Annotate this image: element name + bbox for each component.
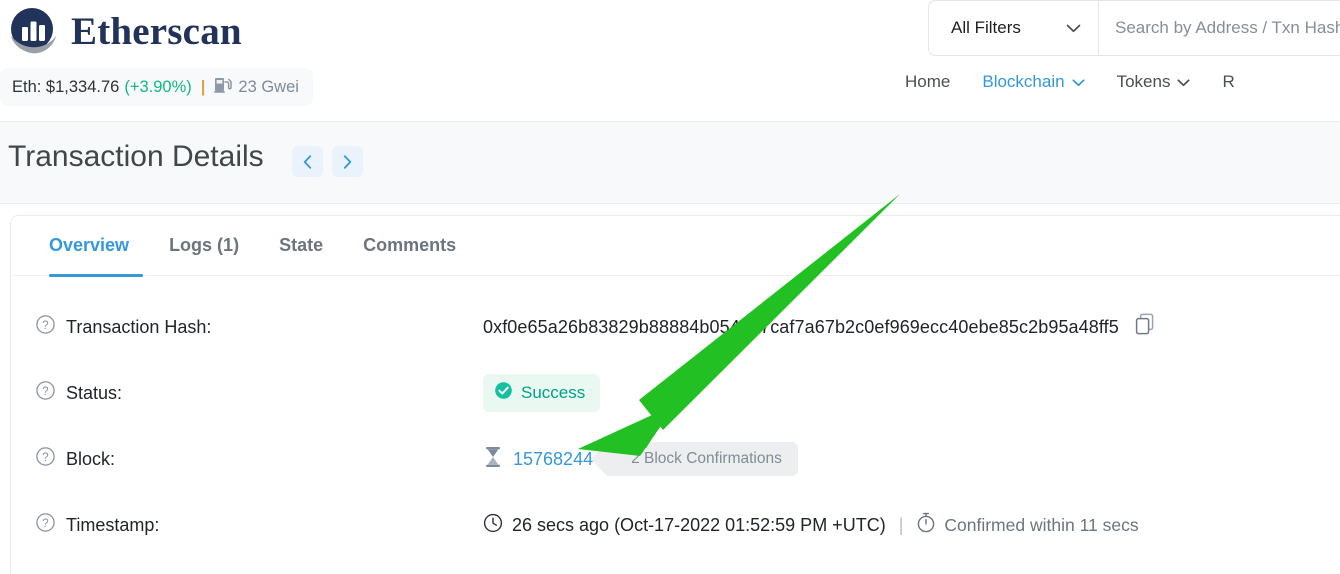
- gas-price-value: 23 Gwei: [238, 77, 299, 96]
- tab-label-comments: Comments: [363, 235, 457, 255]
- svg-text:?: ?: [42, 518, 48, 530]
- check-circle-icon: [494, 381, 513, 405]
- brand-logo[interactable]: Etherscan: [6, 3, 242, 59]
- chevron-down-icon: [1072, 72, 1085, 92]
- all-filters-label: All Filters: [951, 18, 1021, 37]
- tab-logs[interactable]: Logs (1): [149, 216, 259, 276]
- transaction-hash-value[interactable]: 0xf0e65a26b83829b88884b0546a7caf7a67b2c0…: [483, 317, 1119, 338]
- label-status: ? Status:: [35, 380, 483, 406]
- tab-overview[interactable]: Overview: [35, 216, 149, 277]
- label-text-timestamp: Timestamp:: [66, 514, 160, 535]
- transaction-detail-rows: ? Transaction Hash: 0xf0e65a26b83829b888…: [11, 276, 1340, 568]
- gas-pump-icon: [214, 75, 233, 99]
- hourglass-icon: [483, 446, 503, 473]
- status-badge-label: Success: [521, 383, 586, 402]
- all-filters-dropdown[interactable]: All Filters: [928, 0, 1098, 56]
- tab-label-state: State: [279, 235, 324, 255]
- svg-text:?: ?: [42, 452, 48, 464]
- svg-text:?: ?: [42, 320, 48, 332]
- chevron-down-icon: [1066, 18, 1081, 38]
- nav-item-tokens[interactable]: Tokens: [1117, 72, 1191, 92]
- tab-state[interactable]: State: [259, 216, 343, 276]
- tab-label-overview: Overview: [49, 235, 130, 255]
- block-confirmations-badge: 2 Block Confirmations: [591, 442, 798, 476]
- label-block: ? Block:: [35, 446, 483, 472]
- status-badge: Success: [483, 374, 601, 412]
- tab-label-logs: Logs (1): [169, 235, 240, 255]
- row-transaction-hash: ? Transaction Hash: 0xf0e65a26b83829b888…: [11, 294, 1340, 360]
- brand-name: Etherscan: [71, 9, 242, 53]
- question-circle-icon[interactable]: ?: [35, 512, 56, 538]
- nav-item-resources[interactable]: R: [1222, 72, 1234, 92]
- svg-text:?: ?: [42, 386, 48, 398]
- confirmed-within-label: Confirmed within 11 secs: [944, 514, 1139, 535]
- question-circle-icon[interactable]: ?: [35, 380, 56, 406]
- main-navigation: Home Blockchain Tokens R: [905, 72, 1235, 92]
- nav-label-home: Home: [905, 72, 951, 91]
- tab-comments[interactable]: Comments: [343, 216, 476, 276]
- row-timestamp: ? Timestamp: 26 secs ago (Oct-17-2022 01…: [11, 492, 1340, 558]
- label-text-status: Status:: [66, 382, 123, 403]
- question-circle-icon[interactable]: ?: [35, 446, 56, 472]
- eth-price-change: (+3.90%): [124, 77, 192, 96]
- row-status: ? Status: Success: [11, 360, 1340, 426]
- value-block: 15768244 2 Block Confirmations: [483, 442, 1337, 476]
- search-input[interactable]: [1115, 18, 1340, 38]
- chevron-right-icon: [343, 154, 352, 169]
- value-status: Success: [483, 374, 1337, 412]
- label-text-transaction-hash: Transaction Hash:: [66, 316, 212, 337]
- copy-icon[interactable]: [1135, 313, 1156, 341]
- chevron-left-icon: [303, 154, 312, 169]
- timestamp-value: 26 secs ago (Oct-17-2022 01:52:59 PM +UT…: [512, 514, 886, 535]
- ticker-separator: |: [200, 77, 206, 96]
- block-confirmations-label: 2 Block Confirmations: [631, 450, 782, 467]
- search-input-wrapper[interactable]: [1098, 0, 1340, 56]
- chevron-down-icon: [1177, 72, 1191, 92]
- page-title-band: Transaction Details: [0, 122, 1340, 204]
- search-bar: All Filters: [928, 0, 1340, 56]
- block-number-link[interactable]: 15768244: [513, 449, 593, 470]
- etherscan-transaction-page: Etherscan Eth: $1,334.76 (+3.90%) | 23 G…: [0, 0, 1340, 574]
- nav-label-resources: R: [1222, 72, 1235, 91]
- etherscan-logo-icon: [6, 3, 62, 59]
- page-title: Transaction Details: [8, 140, 264, 173]
- nav-item-blockchain[interactable]: Blockchain: [982, 72, 1085, 92]
- label-timestamp: ? Timestamp:: [35, 512, 483, 538]
- nav-label-tokens: Tokens: [1116, 72, 1171, 91]
- next-transaction-button[interactable]: [332, 146, 363, 177]
- prev-transaction-button[interactable]: [292, 146, 323, 177]
- clock-icon: [483, 513, 503, 538]
- eth-price-label: Eth: $1,334.76: [12, 77, 120, 96]
- transaction-details-card: Overview Logs (1) State Comments ? Trans…: [10, 215, 1340, 574]
- stopwatch-icon: [916, 512, 936, 538]
- transaction-tabs: Overview Logs (1) State Comments: [11, 216, 1340, 277]
- nav-label-blockchain: Blockchain: [982, 72, 1065, 91]
- value-timestamp: 26 secs ago (Oct-17-2022 01:52:59 PM +UT…: [483, 512, 1337, 538]
- label-text-block: Block:: [66, 448, 116, 469]
- value-transaction-hash: 0xf0e65a26b83829b88884b0546a7caf7a67b2c0…: [483, 313, 1337, 341]
- nav-item-home[interactable]: Home: [905, 72, 950, 92]
- eth-price-ticker[interactable]: Eth: $1,334.76 (+3.90%) | 23 Gwei: [0, 68, 313, 106]
- timestamp-separator: |: [898, 514, 904, 535]
- transaction-pager: [292, 146, 363, 177]
- site-header: Etherscan Eth: $1,334.76 (+3.90%) | 23 G…: [0, 0, 1340, 122]
- label-transaction-hash: ? Transaction Hash:: [35, 314, 483, 340]
- row-block: ? Block: 15768244 2 Block Confirmations: [11, 426, 1340, 492]
- question-circle-icon[interactable]: ?: [35, 314, 56, 340]
